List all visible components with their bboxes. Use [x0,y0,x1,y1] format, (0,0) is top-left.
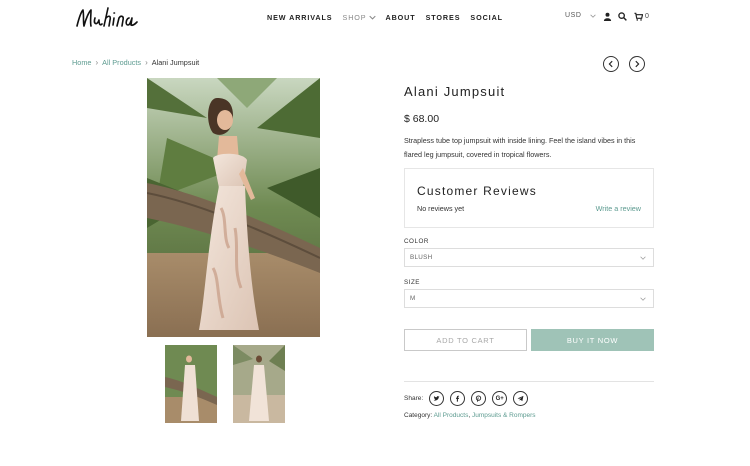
next-product-button[interactable] [629,56,645,72]
category-link-all-products[interactable]: All Products [434,412,469,419]
chevron-left-icon [608,60,613,68]
account-icon[interactable] [603,12,612,21]
chevron-right-icon [635,60,640,68]
product-thumbnail[interactable] [165,345,217,423]
category-label: Category: [404,412,433,419]
facebook-icon[interactable] [450,391,466,406]
chevron-down-icon [589,14,596,18]
color-select[interactable]: BLUSH [404,248,654,267]
nav-shop[interactable]: SHOP [343,13,376,22]
share-label: Share: [404,395,424,402]
buy-it-now-button[interactable]: BUY IT NOW [531,329,654,351]
size-value: M [410,295,416,302]
cart-count: 0 [645,13,650,20]
color-label: COLOR [404,238,429,245]
currency-label: USD [565,12,582,19]
google-plus-icon[interactable]: G+ [492,391,508,406]
share-bar: Share: G+ [404,391,529,406]
previous-product-button[interactable] [603,56,619,72]
category-link-jumpsuits[interactable]: Jumpsuits & Rompers [472,412,536,419]
size-select[interactable]: M [404,289,654,308]
pinterest-icon[interactable] [471,391,487,406]
brand-logo[interactable] [73,4,163,32]
header-utilities: USD 0 [565,12,649,21]
main-nav: NEW ARRIVALS SHOP ABOUT STORES SOCIAL [267,13,503,22]
twitter-icon[interactable] [429,391,445,406]
no-reviews-text: No reviews yet [417,204,465,213]
product-title: Alani Jumpsuit [404,84,506,99]
customer-reviews-panel: Customer Reviews No reviews yet Write a … [404,168,654,228]
chevron-down-icon [368,15,376,20]
add-to-cart-button[interactable]: ADD TO CART [404,329,527,351]
category-separator: , [468,412,471,419]
breadcrumb-all-products[interactable]: All Products [102,58,141,67]
search-icon[interactable] [618,12,627,21]
product-main-image[interactable] [147,78,320,337]
chevron-down-icon [640,256,646,260]
currency-selector[interactable]: USD [565,12,596,19]
nav-stores[interactable]: STORES [426,13,461,22]
nav-shop-label: SHOP [342,13,367,22]
nav-social[interactable]: SOCIAL [470,13,503,22]
cart-icon [634,12,643,21]
chevron-down-icon [640,297,646,301]
breadcrumb: Home › All Products › Alani Jumpsuit [72,58,199,67]
product-category: Category: All Products, Jumpsuits & Romp… [404,412,536,419]
size-label: SIZE [404,279,420,286]
breadcrumb-current: Alani Jumpsuit [151,58,200,67]
cart-button[interactable]: 0 [634,12,650,21]
nav-new-arrivals[interactable]: NEW ARRIVALS [267,13,333,22]
divider [404,381,654,382]
color-value: BLUSH [410,254,433,261]
telegram-icon[interactable] [513,391,529,406]
reviews-title: Customer Reviews [417,184,537,198]
product-description: Strapless tube top jumpsuit with inside … [404,136,636,159]
product-thumbnail[interactable] [233,345,285,423]
nav-about[interactable]: ABOUT [386,13,416,22]
chevron-right-icon: › [145,58,148,67]
product-price: $ 68.00 [404,113,440,125]
chevron-right-icon: › [95,58,99,67]
breadcrumb-home[interactable]: Home [72,58,91,67]
write-review-link[interactable]: Write a review [596,204,641,213]
